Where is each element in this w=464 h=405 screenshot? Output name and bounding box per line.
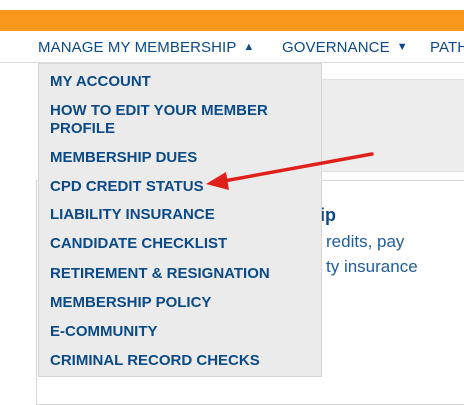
annotation-arrow-icon bbox=[206, 152, 374, 190]
